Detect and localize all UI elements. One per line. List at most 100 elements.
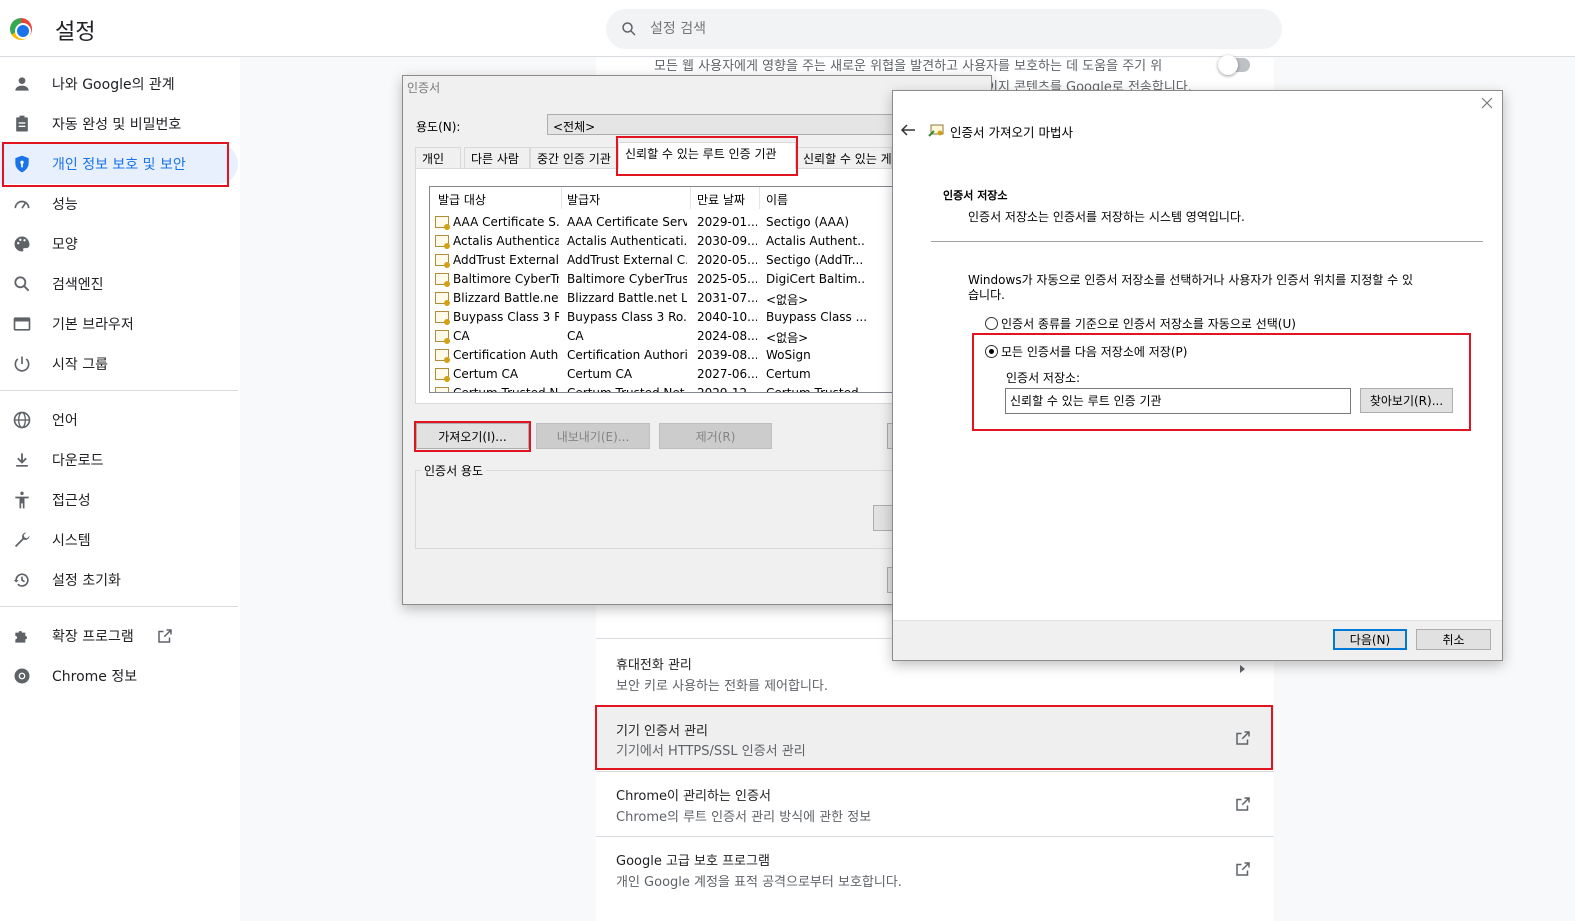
certificate-icon — [435, 292, 450, 306]
table-cell: 2024-08... — [697, 329, 757, 343]
clipboard-icon — [16, 115, 28, 132]
table-cell: CA — [567, 329, 584, 343]
sidebar-item-search-engine[interactable]: 검색엔진 — [0, 264, 238, 304]
open-in-new-icon — [1236, 862, 1250, 876]
browser-icon — [13, 317, 31, 331]
table-cell: 2039-08... — [697, 348, 757, 362]
table-row[interactable]: Baltimore CyberTr... Baltimore CyberTrus.… — [430, 271, 893, 290]
export-button[interactable]: 내보내기(E)... — [536, 423, 650, 449]
wizard-footer — [893, 620, 1502, 660]
certificate-icon — [435, 254, 450, 268]
table-row[interactable]: Blizzard Battle.net... Blizzard Battle.ne… — [430, 290, 893, 309]
row-title: 휴대전화 관리 — [616, 658, 692, 673]
table-row[interactable]: Buypass Class 3 R... Buypass Class 3 Ro..… — [430, 309, 893, 328]
table-cell: Certification Authori... — [567, 348, 687, 362]
info-text: Windows가 자동으로 인증서 저장소를 선택하거나 사용자가 인증서 위치… — [968, 273, 1413, 287]
column-header-friendly-name[interactable]: 이름 — [766, 191, 788, 208]
open-in-new-icon — [1236, 731, 1250, 745]
table-row[interactable]: AAA Certificate S... AAA Certificate Serv… — [430, 214, 893, 233]
table-cell: Actalis Authentica... — [453, 234, 559, 248]
sidebar-item-downloads[interactable]: 다운로드 — [0, 440, 238, 480]
sidebar-item-system[interactable]: 시스템 — [0, 520, 238, 560]
remove-button[interactable]: 제거(R) — [659, 423, 772, 449]
table-cell: Buypass Class 3 R... — [453, 310, 559, 324]
person-icon — [15, 77, 29, 91]
sidebar-item-label: 나와 Google의 관계 — [52, 77, 175, 93]
row-title: Google 고급 보호 프로그램 — [616, 854, 770, 869]
table-row[interactable]: CA CA 2024-08... <없음> — [430, 328, 893, 347]
sidebar-item-accessibility[interactable]: 접근성 — [0, 480, 238, 520]
table-row[interactable]: Certification Auth... Certification Autho… — [430, 347, 893, 366]
device-certificates-row[interactable]: 기기 인증서 관리 기기에서 HTTPS/SSL 인증서 관리 — [596, 706, 1274, 769]
radio-manual-label: 모든 인증서를 다음 저장소에 저장(P) — [1001, 345, 1188, 359]
certificate-list[interactable]: 발급 대상 발급자 만료 날짜 이름 AAA Certificate S... A… — [429, 186, 894, 393]
row-subtitle: 보안 키로 사용하는 전화를 제어합니다. — [616, 679, 829, 694]
sidebar-item-autofill[interactable]: 자동 완성 및 비밀번호 — [0, 104, 238, 144]
table-cell: AAA Certificate Serv... — [567, 215, 687, 229]
table-cell: <없음> — [766, 293, 809, 307]
sidebar-item-privacy[interactable]: 개인 정보 보호 및 보안 — [0, 144, 238, 184]
table-cell: Certum CA — [453, 367, 519, 381]
dialog-title: 인증서 — [407, 81, 441, 95]
sidebar-item-google[interactable]: 나와 Google의 관계 — [0, 64, 238, 104]
wrench-icon — [14, 532, 30, 548]
table-cell: Certum — [766, 367, 811, 381]
store-field[interactable]: 신뢰할 수 있는 루트 인증 기관 — [1005, 388, 1351, 414]
close-icon[interactable] — [1481, 97, 1493, 109]
import-button[interactable]: 가져오기(I)... — [416, 423, 529, 449]
chrome-certificates-row[interactable]: Chrome이 관리하는 인증서 Chrome의 루트 인증서 관리 방식에 관… — [596, 771, 1274, 836]
sidebar-item-about-chrome[interactable]: Chrome 정보 — [0, 656, 238, 696]
sidebar-item-label: 다운로드 — [52, 453, 104, 469]
column-header-expiration[interactable]: 만료 날짜 — [697, 191, 745, 208]
table-cell: AddTrust External... — [453, 253, 559, 267]
sidebar-item-default-browser[interactable]: 기본 브라우저 — [0, 304, 238, 344]
certificate-icon — [435, 216, 450, 230]
row-subtitle: 개인 Google 계정을 표적 공격으로부터 보호합니다. — [616, 875, 902, 890]
header: 설정 — [0, 0, 1575, 57]
tab-intermediate-ca[interactable]: 중간 인증 기관 — [530, 147, 618, 168]
palette-icon — [14, 236, 30, 252]
sidebar-item-label: 설정 초기화 — [52, 573, 121, 589]
table-row[interactable]: Certum CA Certum CA 2027-06... Certum — [430, 366, 893, 385]
search-bar[interactable] — [606, 9, 1282, 49]
back-arrow-icon[interactable] — [900, 123, 916, 137]
cancel-button[interactable]: 취소 — [1416, 629, 1491, 650]
sidebar-item-startup[interactable]: 시작 그룹 — [0, 344, 238, 384]
section-title: 인증서 저장소 — [943, 189, 1008, 202]
wizard-title: 인증서 가져오기 마법사 — [950, 125, 1073, 140]
tab-trusted-root-ca[interactable]: 신뢰할 수 있는 루트 인증 기관 — [618, 142, 796, 169]
purposes-group — [415, 470, 895, 549]
table-cell: 2025-05... — [697, 272, 757, 286]
next-button[interactable]: 다음(N) — [1333, 629, 1407, 650]
search-input[interactable] — [650, 9, 1250, 49]
purpose-select[interactable]: <전체> — [547, 114, 897, 135]
table-row[interactable]: Certum Trusted N... Certum Trusted Net...… — [430, 385, 893, 393]
toggle-switch[interactable] — [1218, 55, 1250, 75]
purpose-label: 용도(N): — [416, 120, 461, 134]
sidebar-item-label: Chrome 정보 — [52, 669, 138, 685]
table-cell: <없음> — [766, 331, 809, 345]
table-cell: Certum Trusted N... — [453, 386, 559, 393]
sidebar-item-label: 언어 — [52, 413, 78, 429]
sidebar-item-extensions[interactable]: 확장 프로그램 — [0, 616, 238, 656]
tab-personal[interactable]: 개인 — [415, 147, 461, 168]
tab-other-people[interactable]: 다른 사람 — [464, 147, 530, 168]
column-header-issued-to[interactable]: 발급 대상 — [438, 191, 486, 208]
sidebar-item-language[interactable]: 언어 — [0, 400, 238, 440]
table-row[interactable]: Actalis Authentica... Actalis Authenticat… — [430, 233, 893, 252]
sidebar-item-appearance[interactable]: 모양 — [0, 224, 238, 264]
row-title: Chrome이 관리하는 인증서 — [616, 789, 771, 804]
speedometer-icon — [14, 200, 30, 209]
column-header-issued-by[interactable]: 발급자 — [567, 191, 600, 208]
browse-button[interactable]: 찾아보기(R)... — [1360, 388, 1453, 413]
sidebar-item-reset[interactable]: 설정 초기화 — [0, 560, 238, 600]
radio-manual-select[interactable] — [985, 345, 998, 358]
sidebar-divider — [0, 390, 238, 391]
sidebar-item-performance[interactable]: 성능 — [0, 184, 238, 224]
sidebar-item-label: 시스템 — [52, 533, 91, 549]
table-cell: Actalis Authent... — [766, 234, 866, 248]
radio-auto-select[interactable] — [985, 317, 998, 330]
tab-trusted-publishers[interactable]: 신뢰할 수 있는 게 — [796, 147, 892, 168]
advanced-protection-row[interactable]: Google 고급 보호 프로그램 개인 Google 계정을 표적 공격으로부… — [596, 836, 1274, 921]
table-row[interactable]: AddTrust External... AddTrust External C.… — [430, 252, 893, 271]
